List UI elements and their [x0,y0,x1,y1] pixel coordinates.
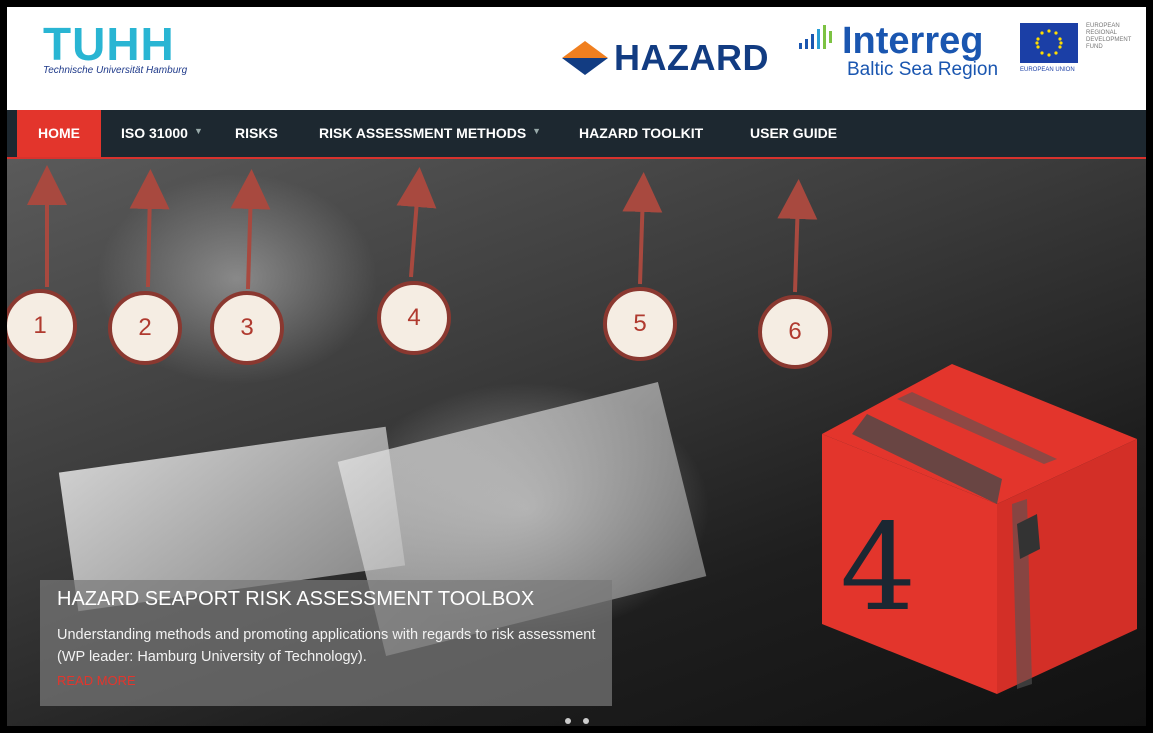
annotation-arrow-3 [230,169,271,290]
annotation-arrow-2 [129,169,170,288]
annotation-marker-2: 2 [108,291,182,365]
screenshot-frame: TUHH Technische Universität Hamburg HAZA… [0,0,1153,733]
annotation-arrows [27,165,818,293]
annotation-marker-4: 4 [377,281,451,355]
annotation-marker-3: 3 [210,291,284,365]
annotation-arrow-4 [396,167,437,278]
annotation-arrow-6 [777,179,818,293]
annotation-arrow-5 [622,172,663,285]
annotation-marker-5: 5 [603,287,677,361]
annotation-marker-6: 6 [758,295,832,369]
page: TUHH Technische Universität Hamburg HAZA… [7,7,1146,726]
